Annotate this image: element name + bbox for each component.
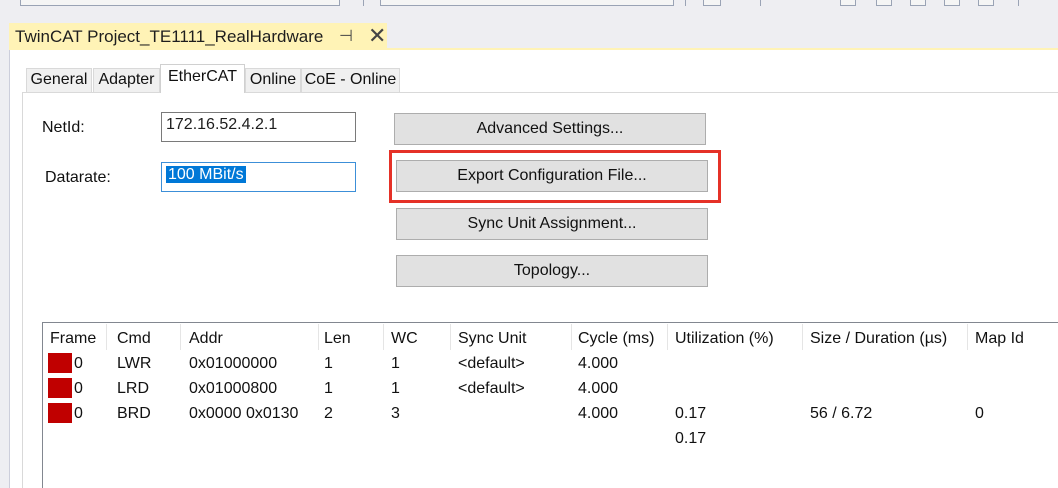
toolbar-separator (760, 0, 761, 6)
frame-marker (48, 378, 72, 398)
toolbar-separator (363, 0, 364, 6)
tab-label: CoE - Online (304, 71, 397, 88)
document-tab-title: TwinCAT Project_TE1111_RealHardware (15, 27, 324, 46)
toolbar-combo[interactable] (380, 0, 674, 6)
toolbar-button[interactable] (978, 0, 994, 6)
total-utilization: 0.17 (675, 430, 707, 447)
toolbar-combo[interactable] (20, 0, 340, 6)
pin-icon[interactable]: ⊣ (339, 26, 353, 46)
datarate-field[interactable]: 100 MBit/s (161, 162, 356, 192)
column-separator[interactable] (180, 324, 181, 350)
tab-ethercat[interactable]: EtherCAT (160, 64, 245, 93)
toolbar-button[interactable] (703, 0, 721, 6)
tab-label: EtherCAT (167, 68, 238, 85)
column-separator[interactable] (383, 324, 384, 350)
datarate-label: Datarate: (45, 169, 111, 186)
cell-sync-unit: <default> (458, 355, 525, 372)
toolbar-button[interactable] (910, 0, 926, 6)
cell-sync-unit: <default> (458, 380, 525, 397)
toolbar-button[interactable] (876, 0, 892, 6)
frame-marker (48, 403, 72, 423)
cell-cmd: BRD (117, 405, 151, 422)
tab-general[interactable]: General (26, 68, 92, 92)
highlight-annotation (389, 150, 721, 203)
column-header-wc[interactable]: WC (391, 330, 418, 348)
column-separator[interactable] (106, 324, 107, 350)
topology-button[interactable]: Topology... (396, 255, 708, 287)
tab-label: General (30, 71, 88, 88)
column-separator[interactable] (450, 324, 451, 350)
column-header-cycle[interactable]: Cycle (ms) (578, 330, 654, 348)
column-header-size-duration[interactable]: Size / Duration (µs) (810, 330, 947, 348)
document-tab[interactable]: TwinCAT Project_TE1111_RealHardware ⊣ ✕ (9, 23, 387, 51)
column-header-cmd[interactable]: Cmd (117, 330, 151, 348)
column-separator[interactable] (802, 324, 803, 350)
sync-unit-assignment-button[interactable]: Sync Unit Assignment... (396, 208, 708, 240)
cell-cycle: 4.000 (578, 355, 619, 372)
column-separator[interactable] (318, 324, 319, 350)
cell-utilization: 0.17 (675, 405, 707, 422)
cell-addr: 0x01000000 (189, 355, 278, 372)
column-header-utilization[interactable]: Utilization (%) (675, 330, 774, 348)
column-header-frame[interactable]: Frame (50, 330, 96, 348)
cell-len: 1 (324, 380, 333, 397)
tab-adapter[interactable]: Adapter (93, 68, 160, 92)
toolbar-separator (1018, 0, 1019, 6)
cell-cmd: LRD (117, 380, 150, 397)
cell-len: 1 (324, 355, 333, 372)
column-header-addr[interactable]: Addr (189, 330, 223, 348)
tab-label: Online (249, 71, 297, 88)
column-separator[interactable] (967, 324, 968, 350)
cell-len: 2 (324, 405, 333, 422)
datarate-value: 100 MBit/s (166, 166, 246, 183)
cell-frame: 0 (74, 405, 83, 422)
tab-label: Adapter (98, 71, 155, 88)
cell-frame: 0 (74, 355, 83, 372)
cell-wc: 1 (391, 380, 400, 397)
cell-addr: 0x0000 0x0130 (189, 405, 299, 422)
column-header-len[interactable]: Len (324, 330, 351, 348)
tab-online[interactable]: Online (245, 68, 301, 92)
netid-label: NetId: (42, 119, 85, 136)
cell-wc: 1 (391, 355, 400, 372)
cell-map-id: 0 (975, 405, 984, 422)
advanced-settings-button[interactable]: Advanced Settings... (394, 113, 706, 145)
cell-cmd: LWR (117, 355, 152, 372)
cell-cycle: 4.000 (578, 405, 619, 422)
cell-cycle: 4.000 (578, 380, 619, 397)
frame-marker (48, 353, 72, 373)
cell-frame: 0 (74, 380, 83, 397)
column-separator[interactable] (571, 324, 572, 350)
netid-field[interactable]: 172.16.52.4.2.1 (161, 112, 356, 142)
close-icon[interactable]: ✕ (368, 23, 386, 49)
cell-wc: 3 (391, 405, 400, 422)
column-header-map-id[interactable]: Map Id (975, 330, 1024, 348)
column-separator[interactable] (667, 324, 668, 350)
toolbar-strip (0, 0, 1058, 20)
cell-addr: 0x01000800 (189, 380, 278, 397)
column-header-sync-unit[interactable]: Sync Unit (458, 330, 526, 348)
toolbar-button[interactable] (944, 0, 960, 6)
toolbar-separator (685, 0, 686, 6)
tab-coe-online[interactable]: CoE - Online (301, 68, 400, 92)
toolbar-button[interactable] (840, 0, 856, 6)
cell-size-duration: 56 / 6.72 (810, 405, 873, 422)
